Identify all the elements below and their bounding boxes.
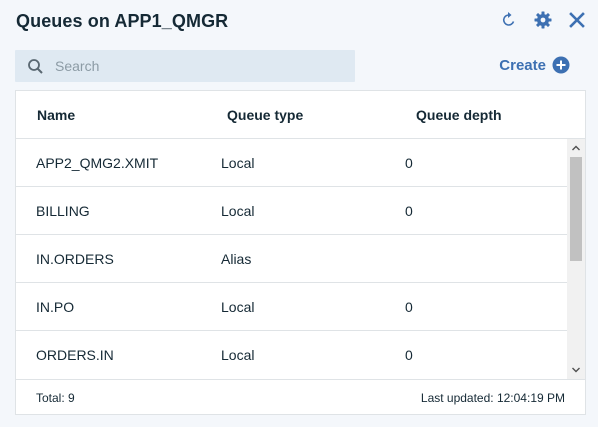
scroll-down-icon[interactable] — [567, 361, 585, 379]
cell-queue-depth: 0 — [405, 347, 413, 363]
cell-queue-depth: 0 — [405, 299, 413, 315]
column-header-name[interactable]: Name — [37, 107, 75, 123]
search-icon — [27, 58, 45, 76]
refresh-icon[interactable] — [498, 9, 520, 31]
table-row[interactable]: ORDERS.IN Local 0 — [16, 331, 569, 379]
cell-queue-type: Local — [221, 155, 255, 171]
cell-queue-depth: 0 — [405, 155, 413, 171]
queues-table: Name Queue type Queue depth APP2_QMG2.XM… — [15, 90, 586, 415]
cell-name: ORDERS.IN — [36, 347, 114, 363]
cell-queue-type: Alias — [221, 251, 252, 267]
last-updated: Last updated: 12:04:19 PM — [420, 391, 565, 405]
gear-icon[interactable] — [532, 9, 554, 31]
search-box[interactable] — [15, 50, 355, 82]
widget-title: Queues on APP1_QMGR — [16, 11, 229, 31]
table-row[interactable]: BILLING Local 0 — [16, 187, 569, 235]
cell-queue-depth: 0 — [405, 203, 413, 219]
cell-queue-type: Local — [221, 347, 255, 363]
create-label: Create — [499, 56, 546, 74]
column-header-queue-type[interactable]: Queue type — [227, 107, 303, 123]
scrollbar-thumb[interactable] — [570, 157, 582, 261]
add-circle-icon — [552, 56, 570, 74]
cell-name: IN.ORDERS — [36, 251, 114, 267]
table-body: APP2_QMG2.XMIT Local 0 BILLING Local 0 I… — [16, 139, 569, 379]
widget-header: Queues on APP1_QMGR — [16, 8, 588, 36]
cell-name: BILLING — [36, 203, 90, 219]
table-row[interactable]: APP2_QMG2.XMIT Local 0 — [16, 139, 569, 187]
create-button[interactable]: Create — [499, 56, 570, 74]
column-header-queue-depth[interactable]: Queue depth — [416, 107, 502, 123]
cell-queue-type: Local — [221, 203, 255, 219]
table-header: Name Queue type Queue depth — [16, 91, 585, 139]
scroll-up-icon[interactable] — [567, 139, 585, 157]
table-scrollbar[interactable] — [567, 139, 585, 379]
close-icon[interactable] — [566, 9, 588, 31]
cell-name: APP2_QMG2.XMIT — [36, 155, 159, 171]
total-count: Total: 9 — [36, 391, 75, 405]
table-row[interactable]: IN.ORDERS Alias — [16, 235, 569, 283]
search-input[interactable] — [55, 50, 345, 82]
queues-widget: Queues on APP1_QMGR Search Create Name Q… — [0, 0, 598, 427]
table-row[interactable]: IN.PO Local 0 — [16, 283, 569, 331]
header-actions — [498, 8, 588, 32]
cell-queue-type: Local — [221, 299, 255, 315]
table-footer: Total: 9 Last updated: 12:04:19 PM — [16, 379, 585, 415]
cell-name: IN.PO — [36, 299, 75, 315]
